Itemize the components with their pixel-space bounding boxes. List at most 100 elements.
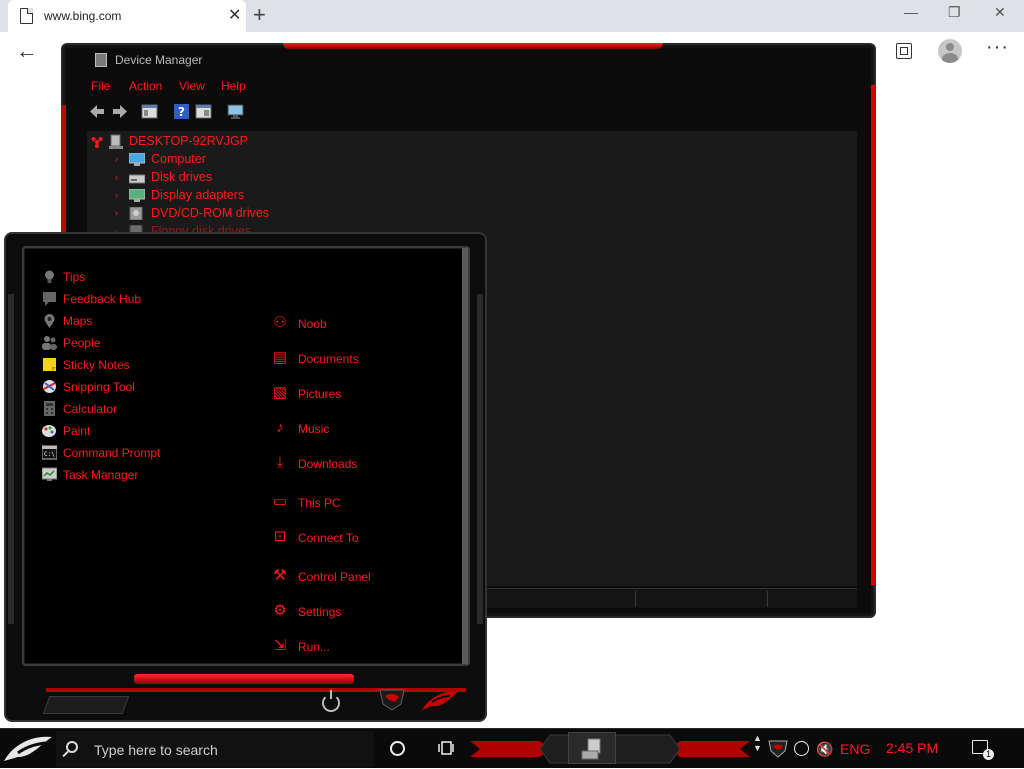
connect-to-icon: ⊡ bbox=[273, 528, 287, 545]
collapse-icon[interactable] bbox=[91, 136, 103, 148]
forward-arrow-icon[interactable] bbox=[111, 103, 128, 120]
rog-start-icon[interactable] bbox=[0, 729, 56, 769]
app-label: Command Prompt bbox=[63, 446, 161, 460]
window-glow-right bbox=[871, 85, 876, 585]
start-menu-footer bbox=[6, 666, 485, 720]
panel-edge bbox=[462, 248, 468, 664]
place-label: Control Panel bbox=[298, 570, 371, 584]
tree-item-label: Disk drives bbox=[151, 170, 213, 184]
place-label: Settings bbox=[298, 605, 342, 619]
tab-title: www.bing.com bbox=[44, 9, 122, 23]
help-icon[interactable]: ? bbox=[173, 103, 190, 120]
back-button[interactable]: ← bbox=[16, 38, 38, 64]
new-tab-button[interactable]: + bbox=[253, 3, 266, 27]
place-label: Music bbox=[298, 422, 330, 436]
more-menu-icon[interactable]: ··· bbox=[986, 36, 1009, 59]
disk-drive-icon bbox=[129, 174, 145, 184]
tray-overflow-chevron-icon[interactable]: ▲ ▼ bbox=[753, 733, 762, 753]
tree-item-label: Display adapters bbox=[151, 188, 245, 202]
app-label: Task Manager bbox=[63, 468, 139, 482]
paint-icon bbox=[42, 425, 56, 437]
taskbar: Type here to search ▲ ▼ 🔇 ENG 2:45 PM 1 bbox=[0, 728, 1024, 768]
volume-muted-icon[interactable]: 🔇 bbox=[816, 741, 833, 758]
menu-help[interactable]: Help bbox=[221, 79, 246, 93]
expand-chevron-icon[interactable]: › bbox=[115, 190, 118, 200]
language-indicator[interactable]: ENG bbox=[840, 741, 870, 757]
place-label: Documents bbox=[298, 352, 359, 366]
place-label: This PC bbox=[298, 496, 341, 510]
task-view-icon[interactable] bbox=[438, 741, 454, 755]
tree-item-label: Computer bbox=[151, 152, 206, 166]
svg-text:?: ? bbox=[178, 105, 185, 119]
place-label: Downloads bbox=[298, 457, 358, 471]
tab-close-button[interactable]: ✕ bbox=[228, 6, 241, 26]
network-globe-icon[interactable] bbox=[794, 741, 809, 756]
profile-avatar[interactable] bbox=[938, 39, 962, 63]
search-placeholder: Type here to search bbox=[94, 742, 218, 758]
window-close-button[interactable]: ✕ bbox=[994, 4, 1006, 21]
computer-name: DESKTOP-92RVJGP bbox=[129, 134, 249, 148]
app-label: Snipping Tool bbox=[63, 380, 135, 394]
rog-tray-icon[interactable] bbox=[768, 739, 788, 759]
menu-action[interactable]: Action bbox=[129, 79, 162, 93]
user-icon: ⚇ bbox=[273, 314, 287, 331]
scan-hardware-icon[interactable] bbox=[227, 103, 244, 120]
collections-icon[interactable] bbox=[896, 43, 912, 59]
app-label: Sticky Notes bbox=[63, 358, 130, 372]
frame-rail-right bbox=[477, 294, 483, 624]
people-icon bbox=[42, 336, 57, 350]
monitor-icon bbox=[129, 153, 145, 166]
search-icon bbox=[66, 741, 78, 753]
power-icon[interactable] bbox=[322, 690, 340, 712]
control-panel-icon: ⚒ bbox=[273, 567, 287, 584]
rog-eye-icon[interactable] bbox=[420, 688, 460, 712]
svg-text:C:\: C:\ bbox=[44, 451, 55, 458]
settings-icon: ⚙ bbox=[273, 602, 287, 619]
device-manager-titlebar[interactable]: Device Manager bbox=[63, 45, 874, 75]
footer-glow-bar bbox=[134, 674, 354, 684]
menu-view[interactable]: View bbox=[179, 79, 205, 93]
feedback-icon bbox=[43, 292, 56, 306]
app-label: Calculator bbox=[63, 402, 118, 416]
search-box[interactable]: Type here to search bbox=[56, 731, 374, 767]
start-menu: Tips Feedback Hub Maps People Sticky Not… bbox=[4, 232, 487, 722]
taskbar-app-device-manager[interactable] bbox=[568, 732, 616, 764]
app-label: Maps bbox=[63, 314, 93, 328]
status-divider bbox=[767, 591, 768, 607]
browser-tab-strip: www.bing.com ✕ + — ❐ ✕ bbox=[0, 0, 1024, 32]
maps-icon bbox=[44, 314, 55, 328]
show-hide-tree-icon[interactable] bbox=[141, 103, 158, 120]
dvd-drive-icon bbox=[129, 207, 143, 220]
tree-item-label: DVD/CD-ROM drives bbox=[151, 206, 270, 220]
sticky-notes-icon bbox=[43, 358, 56, 371]
calculator-icon bbox=[44, 401, 55, 416]
device-manager-taskbar-icon bbox=[581, 738, 601, 760]
expand-chevron-icon[interactable]: › bbox=[115, 154, 118, 164]
page-icon bbox=[20, 8, 33, 24]
place-label: Connect To bbox=[298, 531, 359, 545]
expand-chevron-icon[interactable]: › bbox=[115, 208, 118, 218]
command-prompt-icon: C:\ bbox=[42, 445, 57, 460]
cortana-icon[interactable] bbox=[390, 741, 405, 756]
app-label: People bbox=[63, 336, 101, 350]
rog-shield-icon[interactable] bbox=[378, 688, 406, 712]
frame-rail-left bbox=[8, 294, 14, 624]
expand-chevron-icon[interactable]: › bbox=[115, 172, 118, 182]
status-divider bbox=[635, 591, 636, 607]
window-title: Device Manager bbox=[115, 53, 203, 67]
downloads-icon: ⤓ bbox=[276, 454, 284, 471]
pictures-icon: ▧ bbox=[272, 384, 288, 401]
app-label: Paint bbox=[63, 424, 91, 438]
place-label: Pictures bbox=[298, 387, 342, 401]
music-icon: ♪ bbox=[276, 419, 284, 436]
minimize-button[interactable]: — bbox=[904, 4, 918, 20]
back-arrow-icon[interactable] bbox=[89, 103, 106, 120]
documents-icon: ▤ bbox=[272, 349, 288, 366]
maximize-button[interactable]: ❐ bbox=[948, 4, 961, 21]
place-label: Noob bbox=[298, 317, 327, 331]
menu-file[interactable]: File bbox=[91, 79, 110, 93]
properties-icon[interactable] bbox=[195, 103, 212, 120]
browser-tab[interactable]: www.bing.com ✕ bbox=[8, 0, 246, 32]
clock[interactable]: 2:45 PM bbox=[886, 740, 938, 756]
snipping-tool-icon bbox=[43, 380, 56, 393]
